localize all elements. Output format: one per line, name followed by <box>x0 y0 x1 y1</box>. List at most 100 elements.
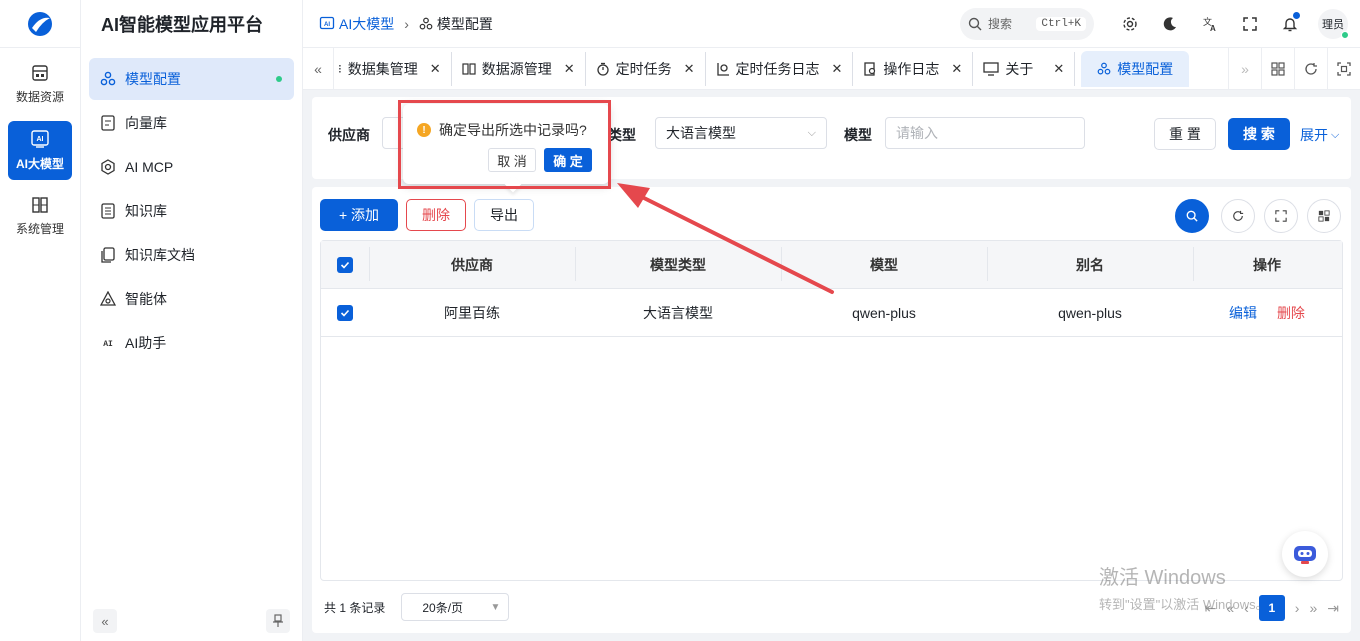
tabs-scroll-right-button[interactable]: » <box>1228 47 1261 90</box>
ai-icon: AI <box>31 130 49 148</box>
model-type-select[interactable]: 大语言模型 ⌵ <box>655 117 827 149</box>
expand-toggle[interactable]: 展开 ⌵ <box>1300 125 1339 145</box>
next-group-icon[interactable]: » <box>1309 600 1317 616</box>
maximize-tab-button[interactable] <box>1327 47 1360 90</box>
cell-actions: 编辑 删除 <box>1193 303 1341 323</box>
close-icon[interactable]: ✕ <box>430 61 441 77</box>
select-all-checkbox[interactable] <box>337 256 353 273</box>
document-icon <box>99 246 117 264</box>
shortcut-hint: Ctrl+K <box>1036 16 1086 31</box>
page-size-select[interactable]: 20条/页 ▼ <box>401 593 510 621</box>
prev-group-icon[interactable]: « <box>1226 600 1234 616</box>
ai-icon: AI <box>319 16 335 29</box>
tab-datasource[interactable]: 数据源管理 ✕ <box>452 51 586 86</box>
close-icon[interactable]: ✕ <box>951 61 962 77</box>
tab-scheduled[interactable]: 定时任务 ✕ <box>586 51 706 86</box>
reset-button[interactable]: 重 置 <box>1154 118 1216 150</box>
sidebar-item-agent[interactable]: 智能体 <box>89 278 294 320</box>
timer-icon <box>596 62 609 76</box>
page-number[interactable]: 1 <box>1258 595 1285 621</box>
app-logo[interactable] <box>0 0 80 48</box>
last-page-icon[interactable]: ⇥ <box>1327 600 1339 617</box>
list-icon: ⁝ <box>337 61 342 76</box>
tab-dataset[interactable]: ⁝ 数据集管理 ✕ <box>334 51 452 86</box>
prev-page-icon[interactable]: ‹ <box>1244 600 1249 616</box>
avatar-text: 理员 <box>1322 18 1344 31</box>
breadcrumb-item-ai[interactable]: AI AI大模型 <box>319 14 394 34</box>
close-icon[interactable]: ✕ <box>1053 61 1064 77</box>
notification-badge <box>1293 11 1300 19</box>
cell-model-type: 大语言模型 <box>643 304 713 321</box>
column-header[interactable]: 模型类型 <box>575 246 781 281</box>
rail-item-system[interactable]: 系统管理 <box>8 188 72 245</box>
breadcrumb-label: 模型配置 <box>436 15 493 32</box>
model-input[interactable]: 请输入 <box>885 117 1085 149</box>
cancel-button[interactable]: 取 消 <box>488 148 536 172</box>
row-checkbox[interactable] <box>337 304 353 321</box>
language-button[interactable]: 文A <box>1190 8 1230 40</box>
settings-grid-icon <box>32 197 48 213</box>
close-icon[interactable]: ✕ <box>832 61 843 77</box>
column-settings-button[interactable] <box>1307 199 1341 233</box>
rail-item-label: 系统管理 <box>15 222 64 236</box>
add-button[interactable]: + 添加 <box>320 199 398 231</box>
notifications-button[interactable] <box>1270 8 1310 40</box>
table-row[interactable]: 阿里百练 大语言模型 qwen-plus qwen-plus 编辑 删除 <box>321 289 1342 337</box>
table-search-button[interactable] <box>1175 199 1209 233</box>
settings-button[interactable] <box>1110 8 1150 40</box>
cell-alias: qwen-plus <box>1058 304 1122 321</box>
edit-link[interactable]: 编辑 <box>1229 305 1257 321</box>
column-header[interactable]: 模型 <box>781 246 987 281</box>
svg-text:AI: AI <box>103 340 113 349</box>
sidebar-item-label: 知识库 <box>125 203 167 219</box>
tab-scheduled-log[interactable]: 定时任务日志 ✕ <box>706 51 854 86</box>
chat-assistant-button[interactable] <box>1282 531 1328 577</box>
sidebar-item-model-config[interactable]: 模型配置 <box>89 58 294 100</box>
warning-icon: ! <box>417 123 431 137</box>
breadcrumb-item-model-config: 模型配置 <box>419 14 493 34</box>
assistant-icon: AI <box>99 334 117 352</box>
refresh-tab-button[interactable] <box>1294 47 1327 90</box>
tabs-scroll-left-button[interactable]: « <box>303 47 334 90</box>
sidebar-item-ai-mcp[interactable]: AI MCP <box>89 146 294 188</box>
table-refresh-button[interactable] <box>1221 199 1255 233</box>
export-button[interactable]: 导出 <box>474 199 534 231</box>
gear-icon <box>1123 16 1137 31</box>
tab-about[interactable]: 关于 ✕ <box>973 51 1076 86</box>
breadcrumb: AI AI大模型 › 模型配置 <box>303 14 493 34</box>
confirm-button[interactable]: 确 定 <box>544 148 592 172</box>
fullscreen-icon <box>1243 16 1257 31</box>
sidebar-item-knowledge-docs[interactable]: 知识库文档 <box>89 234 294 276</box>
platform-title: AI智能模型应用平台 <box>101 15 263 35</box>
avatar[interactable]: 理员 <box>1318 8 1349 39</box>
rail-item-ai-models[interactable]: AI AI大模型 <box>8 121 72 180</box>
next-page-icon[interactable]: › <box>1295 600 1300 616</box>
column-header[interactable]: 供应商 <box>369 246 575 281</box>
search-icon <box>1186 210 1198 222</box>
column-header[interactable]: 别名 <box>987 246 1193 281</box>
tab-label: 关于 <box>1005 60 1034 77</box>
global-search[interactable]: 搜索 Ctrl+K <box>960 7 1094 40</box>
search-button[interactable]: 搜 索 <box>1228 118 1290 150</box>
close-icon[interactable]: ✕ <box>684 61 695 77</box>
delete-button[interactable]: 删除 <box>406 199 466 231</box>
tab-label: 数据集管理 <box>347 60 418 77</box>
collapse-sidebar-button[interactable]: « <box>93 609 117 633</box>
tab-menu-button[interactable] <box>1261 47 1294 90</box>
table-fullscreen-button[interactable] <box>1264 199 1298 233</box>
first-page-icon[interactable]: ⇤ <box>1205 600 1217 617</box>
sidebar-item-knowledge[interactable]: 知识库 <box>89 190 294 232</box>
rail-item-data-resources[interactable]: 数据资源 <box>8 56 72 113</box>
theme-toggle-button[interactable] <box>1150 8 1190 40</box>
datasource-icon <box>462 62 476 75</box>
tab-operation-log[interactable]: 操作日志 ✕ <box>853 51 974 86</box>
robot-icon <box>1294 546 1316 564</box>
fullscreen-button[interactable] <box>1230 8 1270 40</box>
close-icon[interactable]: ✕ <box>564 61 575 77</box>
pin-sidebar-button[interactable] <box>266 609 290 633</box>
delete-link[interactable]: 删除 <box>1277 305 1305 321</box>
tab-label: 模型配置 <box>1117 60 1174 77</box>
sidebar-item-vector[interactable]: 向量库 <box>89 102 294 144</box>
sidebar-item-assistant[interactable]: AI AI助手 <box>89 322 294 364</box>
tab-model-config[interactable]: 模型配置 <box>1081 50 1190 87</box>
